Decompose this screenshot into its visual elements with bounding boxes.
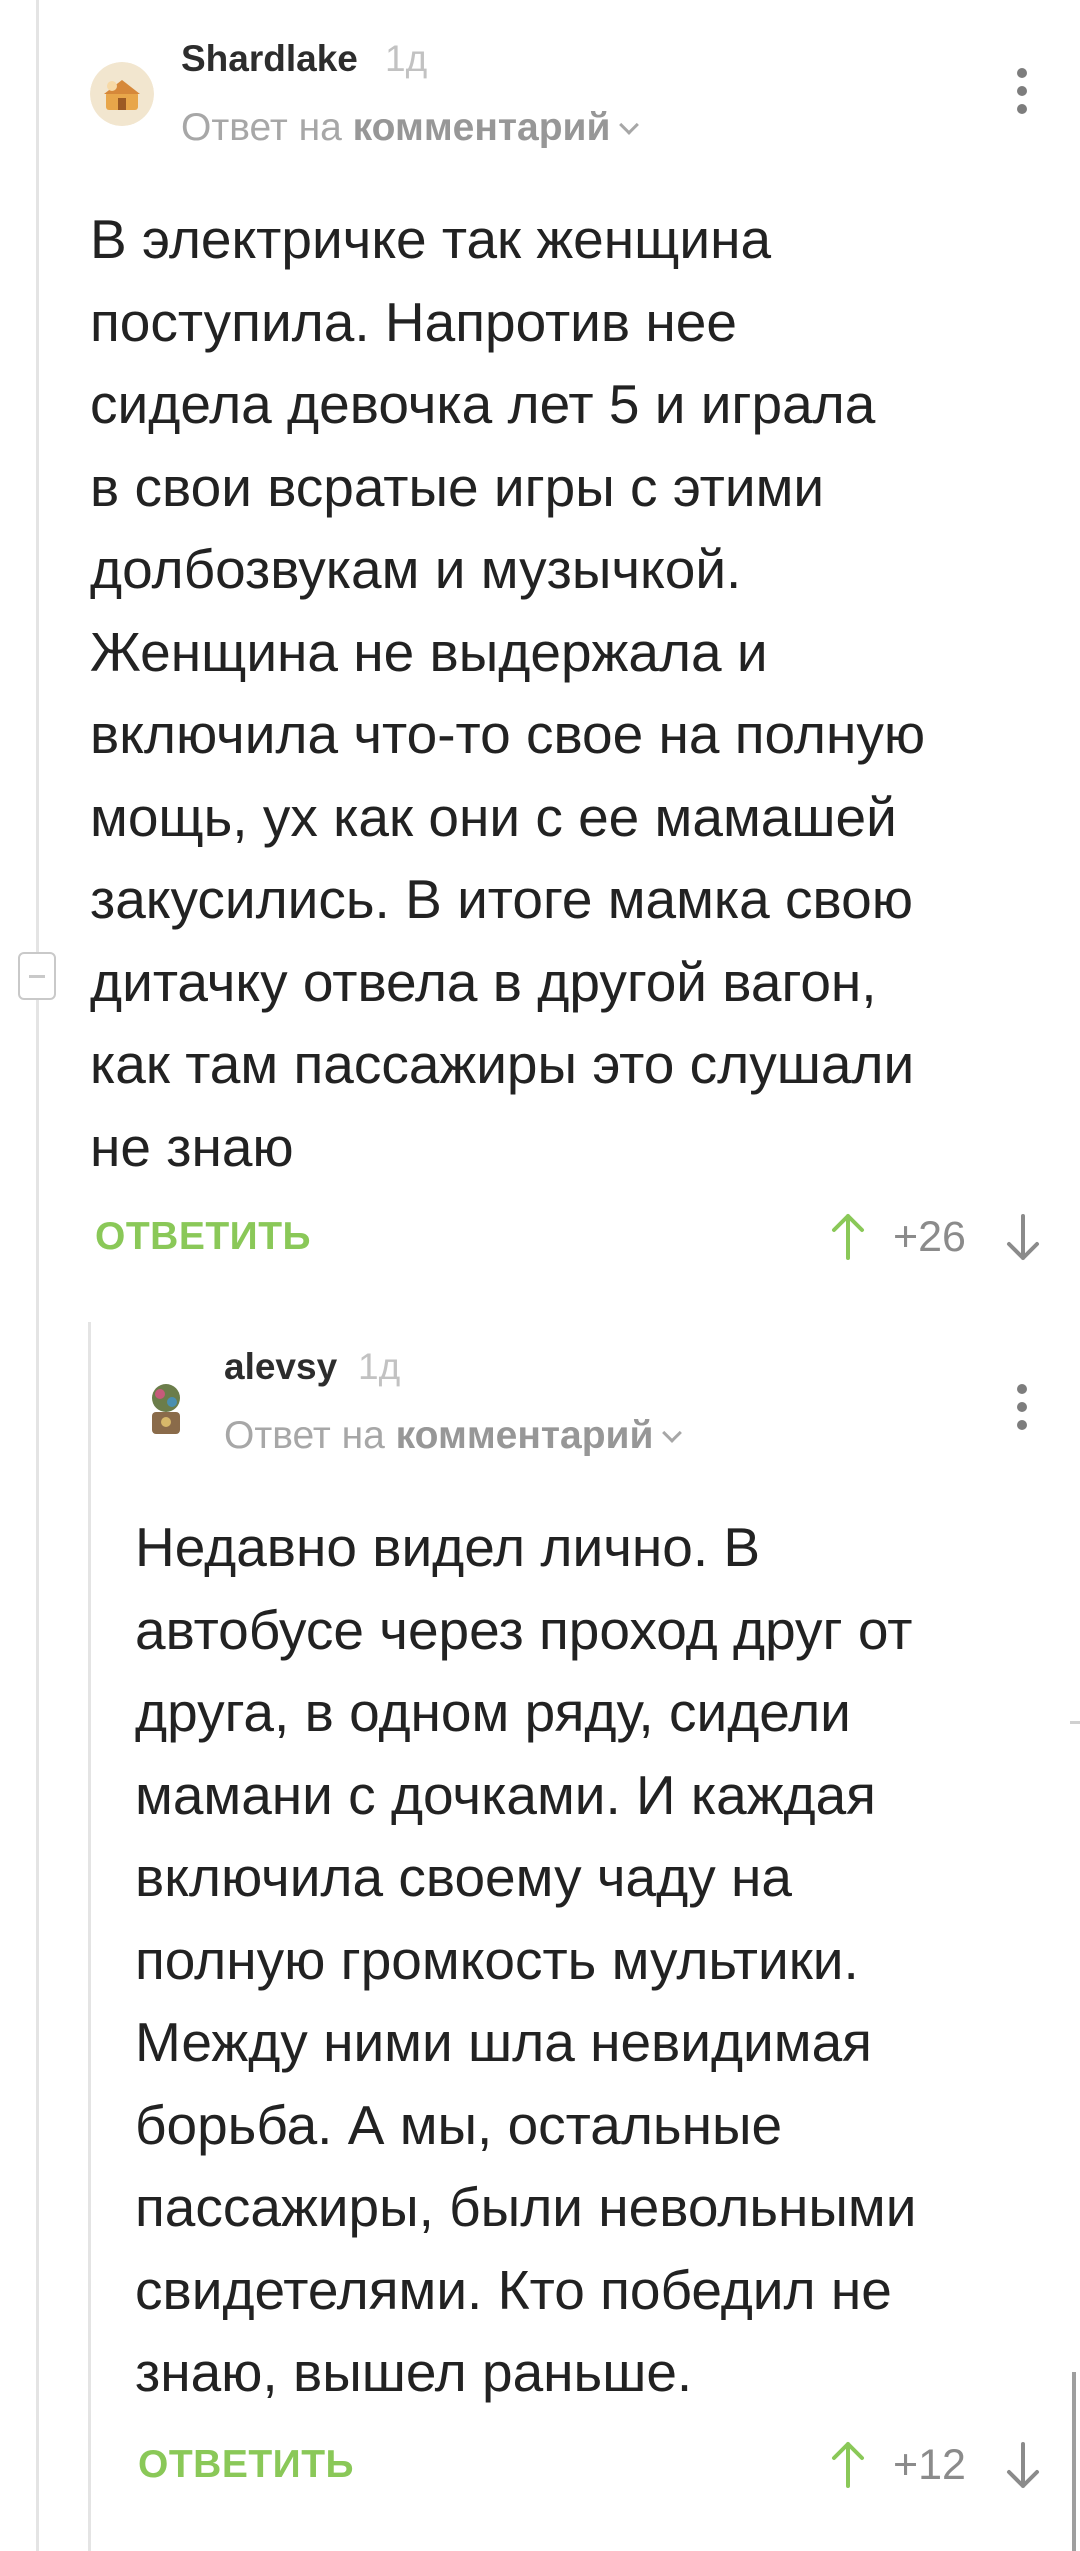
chevron-down-icon — [619, 115, 640, 135]
upvote-icon[interactable] — [828, 1212, 868, 1262]
author-name[interactable]: Shardlake — [181, 38, 358, 80]
avatar-shardlake[interactable] — [90, 62, 154, 126]
comment-time: 1д — [385, 38, 428, 79]
rating-value: +26 — [893, 1213, 966, 1261]
avatar-alevsy[interactable] — [140, 1376, 192, 1440]
comment-shardlake: Shardlake 1д Ответ на комментарий В элек… — [0, 0, 1080, 1290]
comment-body: Недавно видел лично. В автобусе через пр… — [135, 1516, 917, 2403]
comment-time: 1д — [358, 1346, 401, 1387]
downvote-icon[interactable] — [1003, 2440, 1043, 2490]
more-options-icon[interactable] — [1007, 1382, 1037, 1432]
author-name[interactable]: alevsy — [224, 1346, 337, 1388]
reply-prefix: Ответ на — [181, 106, 342, 149]
upvote-icon[interactable] — [828, 2440, 868, 2490]
reply-button[interactable]: ОТВЕТИТЬ — [95, 1215, 311, 1259]
comment-body: В электричке так женщина поступила. Напр… — [90, 208, 926, 1178]
reply-button[interactable]: ОТВЕТИТЬ — [138, 2443, 354, 2487]
more-options-icon[interactable] — [1007, 66, 1037, 116]
reply-to-link[interactable]: Ответ на комментарий — [224, 1414, 683, 1458]
comment-alevsy: alevsy 1д Ответ на комментарий Недавно в… — [0, 1322, 1080, 2551]
downvote-icon[interactable] — [1003, 1212, 1043, 1262]
chevron-down-icon — [662, 1423, 683, 1443]
rating-value: +12 — [893, 2441, 966, 2489]
reply-prefix: Ответ на — [224, 1414, 385, 1457]
reply-to-link[interactable]: Ответ на комментарий — [181, 106, 640, 150]
reply-target: комментарий — [395, 1414, 654, 1457]
reply-target: комментарий — [352, 106, 611, 149]
